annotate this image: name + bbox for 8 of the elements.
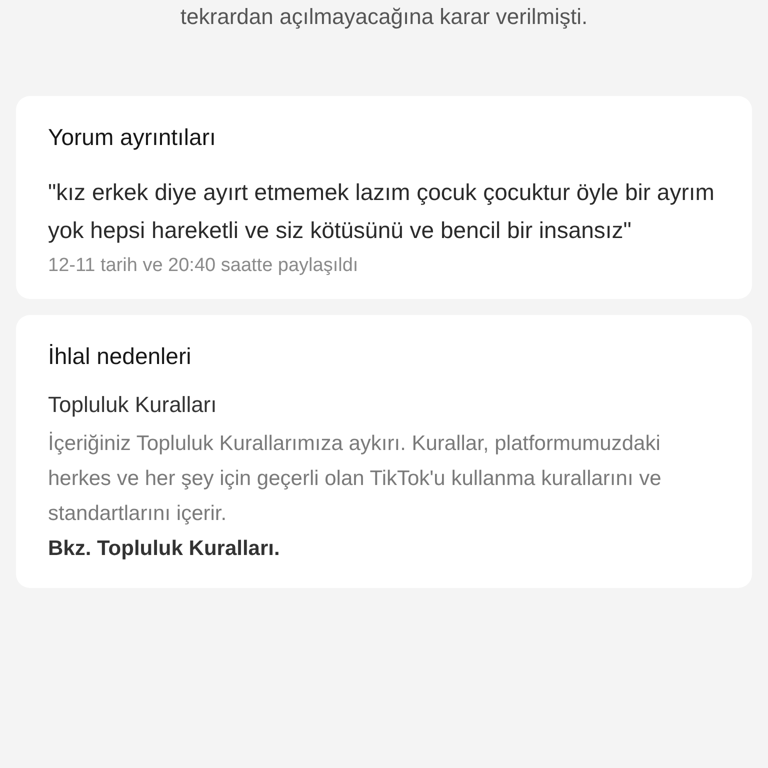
comment-quote: "kız erkek diye ayırt etmemek lazım çocuk çocuktur öyle bir ayrım yok hepsi hareketli ve siz kötüsünü ve bencil bir insansız" xyxy=(48,178,716,245)
reason-title: Topluluk Kuralları xyxy=(48,392,218,418)
card-title: Yorum ayrıntıları xyxy=(48,124,217,151)
guidelines-link[interactable]: Bkz. Topluluk Kuralları. xyxy=(48,531,720,566)
comment-date: 12-11 tarih ve 20:40 saatte paylaşıldı xyxy=(48,255,360,277)
intro-text: tekrardan açılmayacağına karar verilmişti. xyxy=(179,3,589,31)
card-title: İhlal nedenleri xyxy=(48,343,192,370)
reason-description: İçeriğiniz Topluluk Kurallarımıza aykırı. Kurallar, platformumuzdaki herkes ve her şey için geçerli olan TikTok'u kullanma kurallarını ve standartlarını içerir. xyxy=(48,430,662,527)
